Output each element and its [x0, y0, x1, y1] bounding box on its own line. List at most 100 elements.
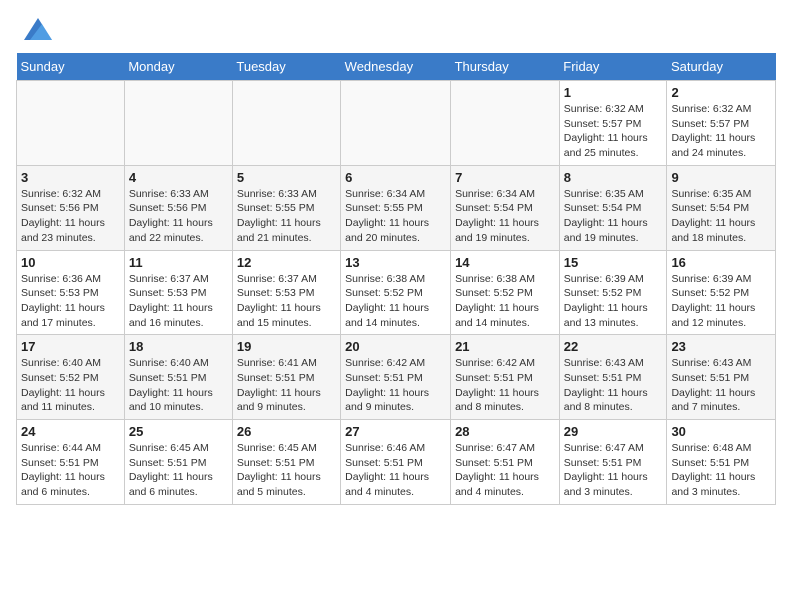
- day-info: Sunrise: 6:33 AM Sunset: 5:56 PM Dayligh…: [129, 187, 228, 246]
- day-header-friday: Friday: [559, 53, 667, 81]
- day-info: Sunrise: 6:32 AM Sunset: 5:57 PM Dayligh…: [671, 102, 771, 161]
- day-info: Sunrise: 6:40 AM Sunset: 5:51 PM Dayligh…: [129, 356, 228, 415]
- day-number: 29: [564, 424, 663, 439]
- day-number: 27: [345, 424, 446, 439]
- day-header-monday: Monday: [124, 53, 232, 81]
- day-number: 13: [345, 255, 446, 270]
- day-number: 30: [671, 424, 771, 439]
- calendar-cell: 23 Sunrise: 6:43 AM Sunset: 5:51 PM Dayli…: [667, 335, 776, 420]
- calendar-cell: 25 Sunrise: 6:45 AM Sunset: 5:51 PM Dayli…: [124, 420, 232, 505]
- calendar-cell: [451, 81, 560, 166]
- day-info: Sunrise: 6:48 AM Sunset: 5:51 PM Dayligh…: [671, 441, 771, 500]
- calendar-cell: 29 Sunrise: 6:47 AM Sunset: 5:51 PM Dayli…: [559, 420, 667, 505]
- day-info: Sunrise: 6:35 AM Sunset: 5:54 PM Dayligh…: [671, 187, 771, 246]
- day-info: Sunrise: 6:34 AM Sunset: 5:54 PM Dayligh…: [455, 187, 555, 246]
- day-info: Sunrise: 6:37 AM Sunset: 5:53 PM Dayligh…: [129, 272, 228, 331]
- calendar-table: SundayMondayTuesdayWednesdayThursdayFrid…: [16, 53, 776, 505]
- day-number: 28: [455, 424, 555, 439]
- day-number: 19: [237, 339, 336, 354]
- day-info: Sunrise: 6:40 AM Sunset: 5:52 PM Dayligh…: [21, 356, 120, 415]
- calendar-cell: [124, 81, 232, 166]
- day-number: 10: [21, 255, 120, 270]
- day-number: 5: [237, 170, 336, 185]
- day-number: 14: [455, 255, 555, 270]
- day-info: Sunrise: 6:45 AM Sunset: 5:51 PM Dayligh…: [237, 441, 336, 500]
- calendar-cell: 20 Sunrise: 6:42 AM Sunset: 5:51 PM Dayli…: [341, 335, 451, 420]
- calendar-cell: 6Sunrise: 6:34 AM Sunset: 5:55 PM Daylig…: [341, 165, 451, 250]
- day-info: Sunrise: 6:32 AM Sunset: 5:57 PM Dayligh…: [564, 102, 663, 161]
- calendar-header-row: SundayMondayTuesdayWednesdayThursdayFrid…: [17, 53, 776, 81]
- day-number: 12: [237, 255, 336, 270]
- day-info: Sunrise: 6:39 AM Sunset: 5:52 PM Dayligh…: [671, 272, 771, 331]
- day-info: Sunrise: 6:39 AM Sunset: 5:52 PM Dayligh…: [564, 272, 663, 331]
- day-number: 26: [237, 424, 336, 439]
- calendar-cell: 19 Sunrise: 6:41 AM Sunset: 5:51 PM Dayli…: [232, 335, 340, 420]
- logo: [16, 16, 52, 45]
- calendar-cell: 9 Sunrise: 6:35 AM Sunset: 5:54 PM Daylig…: [667, 165, 776, 250]
- day-info: Sunrise: 6:37 AM Sunset: 5:53 PM Dayligh…: [237, 272, 336, 331]
- calendar-cell: 4 Sunrise: 6:33 AM Sunset: 5:56 PM Daylig…: [124, 165, 232, 250]
- day-number: 25: [129, 424, 228, 439]
- calendar-cell: 24Sunrise: 6:44 AM Sunset: 5:51 PM Dayli…: [17, 420, 125, 505]
- day-info: Sunrise: 6:38 AM Sunset: 5:52 PM Dayligh…: [345, 272, 446, 331]
- day-info: Sunrise: 6:32 AM Sunset: 5:56 PM Dayligh…: [21, 187, 120, 246]
- calendar-cell: 21 Sunrise: 6:42 AM Sunset: 5:51 PM Dayli…: [451, 335, 560, 420]
- day-info: Sunrise: 6:42 AM Sunset: 5:51 PM Dayligh…: [455, 356, 555, 415]
- calendar-cell: 26 Sunrise: 6:45 AM Sunset: 5:51 PM Dayli…: [232, 420, 340, 505]
- calendar-cell: 16 Sunrise: 6:39 AM Sunset: 5:52 PM Dayli…: [667, 250, 776, 335]
- calendar-cell: 11 Sunrise: 6:37 AM Sunset: 5:53 PM Dayli…: [124, 250, 232, 335]
- day-info: Sunrise: 6:47 AM Sunset: 5:51 PM Dayligh…: [564, 441, 663, 500]
- day-header-saturday: Saturday: [667, 53, 776, 81]
- calendar-cell: 30 Sunrise: 6:48 AM Sunset: 5:51 PM Dayli…: [667, 420, 776, 505]
- header: [16, 16, 776, 45]
- day-header-thursday: Thursday: [451, 53, 560, 81]
- day-header-tuesday: Tuesday: [232, 53, 340, 81]
- calendar-week-row: 3Sunrise: 6:32 AM Sunset: 5:56 PM Daylig…: [17, 165, 776, 250]
- day-number: 8: [564, 170, 663, 185]
- calendar-cell: [341, 81, 451, 166]
- calendar-cell: 18 Sunrise: 6:40 AM Sunset: 5:51 PM Dayli…: [124, 335, 232, 420]
- day-info: Sunrise: 6:43 AM Sunset: 5:51 PM Dayligh…: [564, 356, 663, 415]
- day-number: 23: [671, 339, 771, 354]
- day-info: Sunrise: 6:34 AM Sunset: 5:55 PM Dayligh…: [345, 187, 446, 246]
- day-number: 9: [671, 170, 771, 185]
- calendar-cell: 1Sunrise: 6:32 AM Sunset: 5:57 PM Daylig…: [559, 81, 667, 166]
- day-number: 7: [455, 170, 555, 185]
- day-info: Sunrise: 6:43 AM Sunset: 5:51 PM Dayligh…: [671, 356, 771, 415]
- day-number: 11: [129, 255, 228, 270]
- day-info: Sunrise: 6:33 AM Sunset: 5:55 PM Dayligh…: [237, 187, 336, 246]
- day-number: 20: [345, 339, 446, 354]
- calendar-cell: 27Sunrise: 6:46 AM Sunset: 5:51 PM Dayli…: [341, 420, 451, 505]
- calendar-cell: 2 Sunrise: 6:32 AM Sunset: 5:57 PM Daylig…: [667, 81, 776, 166]
- calendar-cell: 17Sunrise: 6:40 AM Sunset: 5:52 PM Dayli…: [17, 335, 125, 420]
- day-info: Sunrise: 6:35 AM Sunset: 5:54 PM Dayligh…: [564, 187, 663, 246]
- calendar-cell: [232, 81, 340, 166]
- day-info: Sunrise: 6:38 AM Sunset: 5:52 PM Dayligh…: [455, 272, 555, 331]
- day-number: 4: [129, 170, 228, 185]
- day-info: Sunrise: 6:42 AM Sunset: 5:51 PM Dayligh…: [345, 356, 446, 415]
- day-info: Sunrise: 6:36 AM Sunset: 5:53 PM Dayligh…: [21, 272, 120, 331]
- calendar-cell: 14 Sunrise: 6:38 AM Sunset: 5:52 PM Dayli…: [451, 250, 560, 335]
- calendar-cell: 10 Sunrise: 6:36 AM Sunset: 5:53 PM Dayli…: [17, 250, 125, 335]
- day-info: Sunrise: 6:41 AM Sunset: 5:51 PM Dayligh…: [237, 356, 336, 415]
- day-number: 21: [455, 339, 555, 354]
- day-header-sunday: Sunday: [17, 53, 125, 81]
- day-number: 16: [671, 255, 771, 270]
- calendar-cell: 7 Sunrise: 6:34 AM Sunset: 5:54 PM Daylig…: [451, 165, 560, 250]
- day-number: 2: [671, 85, 771, 100]
- calendar-cell: 12 Sunrise: 6:37 AM Sunset: 5:53 PM Dayli…: [232, 250, 340, 335]
- calendar-cell: 28 Sunrise: 6:47 AM Sunset: 5:51 PM Dayli…: [451, 420, 560, 505]
- calendar-cell: 8 Sunrise: 6:35 AM Sunset: 5:54 PM Daylig…: [559, 165, 667, 250]
- calendar-week-row: 17Sunrise: 6:40 AM Sunset: 5:52 PM Dayli…: [17, 335, 776, 420]
- day-number: 18: [129, 339, 228, 354]
- calendar-cell: 3Sunrise: 6:32 AM Sunset: 5:56 PM Daylig…: [17, 165, 125, 250]
- day-info: Sunrise: 6:44 AM Sunset: 5:51 PM Dayligh…: [21, 441, 120, 500]
- day-info: Sunrise: 6:45 AM Sunset: 5:51 PM Dayligh…: [129, 441, 228, 500]
- logo-icon: [24, 18, 52, 45]
- calendar-cell: 15Sunrise: 6:39 AM Sunset: 5:52 PM Dayli…: [559, 250, 667, 335]
- calendar-week-row: 1Sunrise: 6:32 AM Sunset: 5:57 PM Daylig…: [17, 81, 776, 166]
- day-info: Sunrise: 6:47 AM Sunset: 5:51 PM Dayligh…: [455, 441, 555, 500]
- calendar-week-row: 10 Sunrise: 6:36 AM Sunset: 5:53 PM Dayli…: [17, 250, 776, 335]
- day-header-wednesday: Wednesday: [341, 53, 451, 81]
- calendar-week-row: 24Sunrise: 6:44 AM Sunset: 5:51 PM Dayli…: [17, 420, 776, 505]
